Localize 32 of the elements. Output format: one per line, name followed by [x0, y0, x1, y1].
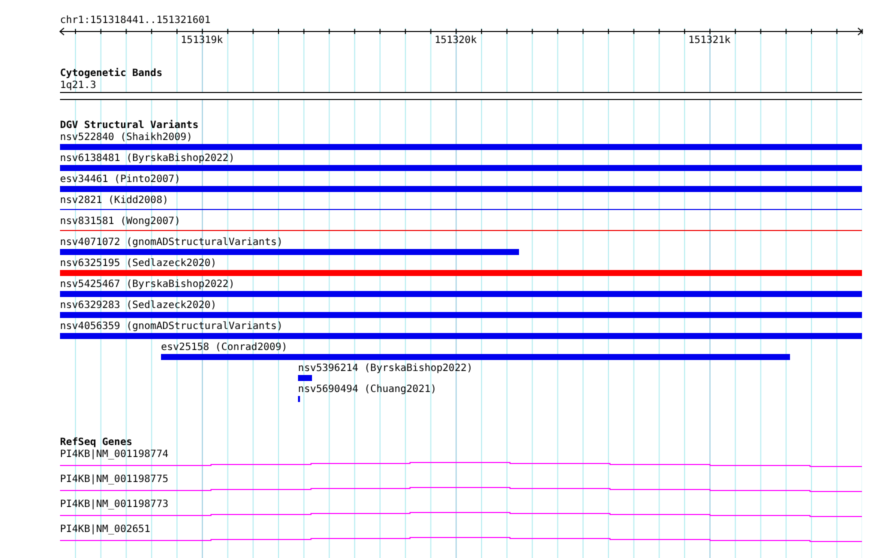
band-label: 1q21.3 — [60, 80, 98, 92]
variant-label: nsv4071072 (gnomADStructuralVariants) — [60, 237, 283, 249]
variant-label: esv34461 (Pinto2007) — [60, 174, 180, 186]
variant-label: nsv522840 (Shaikh2009) — [60, 132, 192, 144]
gene-label: PI4KB|NM_002651 — [60, 524, 152, 536]
tick-label: 151319k — [180, 35, 223, 47]
gene-label: PI4KB|NM_001198774 — [60, 449, 170, 461]
variant-label: esv25158 (Conrad2009) — [161, 342, 288, 354]
gene-line[interactable] — [60, 511, 862, 519]
gene-line[interactable] — [60, 536, 862, 544]
variant-label: nsv6329283 (Sedlazeck2020) — [60, 300, 217, 312]
variant-label: nsv6138481 (ByrskaBishop2022) — [60, 153, 235, 165]
gene-label: PI4KB|NM_001198773 — [60, 499, 170, 511]
tick-label: 151320k — [434, 35, 477, 47]
variant-label: nsv5690494 (Chuang2021) — [298, 384, 437, 396]
locus-label: chr1:151318441..151321601 — [60, 15, 212, 27]
variant-label: nsv831581 (Wong2007) — [60, 216, 180, 228]
track-title: RefSeq Genes — [60, 437, 134, 449]
variant-label: nsv6325195 (Sedlazeck2020) — [60, 258, 217, 270]
variant-label: nsv4056359 (gnomADStructuralVariants) — [60, 321, 283, 333]
tick-label: 151321k — [688, 35, 731, 47]
gene-label: PI4KB|NM_001198775 — [60, 474, 170, 486]
variant-bar[interactable] — [298, 396, 300, 402]
variant-label: nsv5396214 (ByrskaBishop2022) — [298, 363, 473, 375]
track-title: DGV Structural Variants — [60, 120, 200, 132]
track-title: Cytogenetic Bands — [60, 68, 164, 80]
gene-line[interactable] — [60, 461, 862, 469]
variant-line[interactable] — [60, 209, 862, 210]
variant-line[interactable] — [60, 230, 862, 231]
gene-line[interactable] — [60, 486, 862, 494]
variant-label: nsv5425467 (ByrskaBishop2022) — [60, 279, 235, 291]
variant-label: nsv2821 (Kidd2008) — [60, 195, 168, 207]
